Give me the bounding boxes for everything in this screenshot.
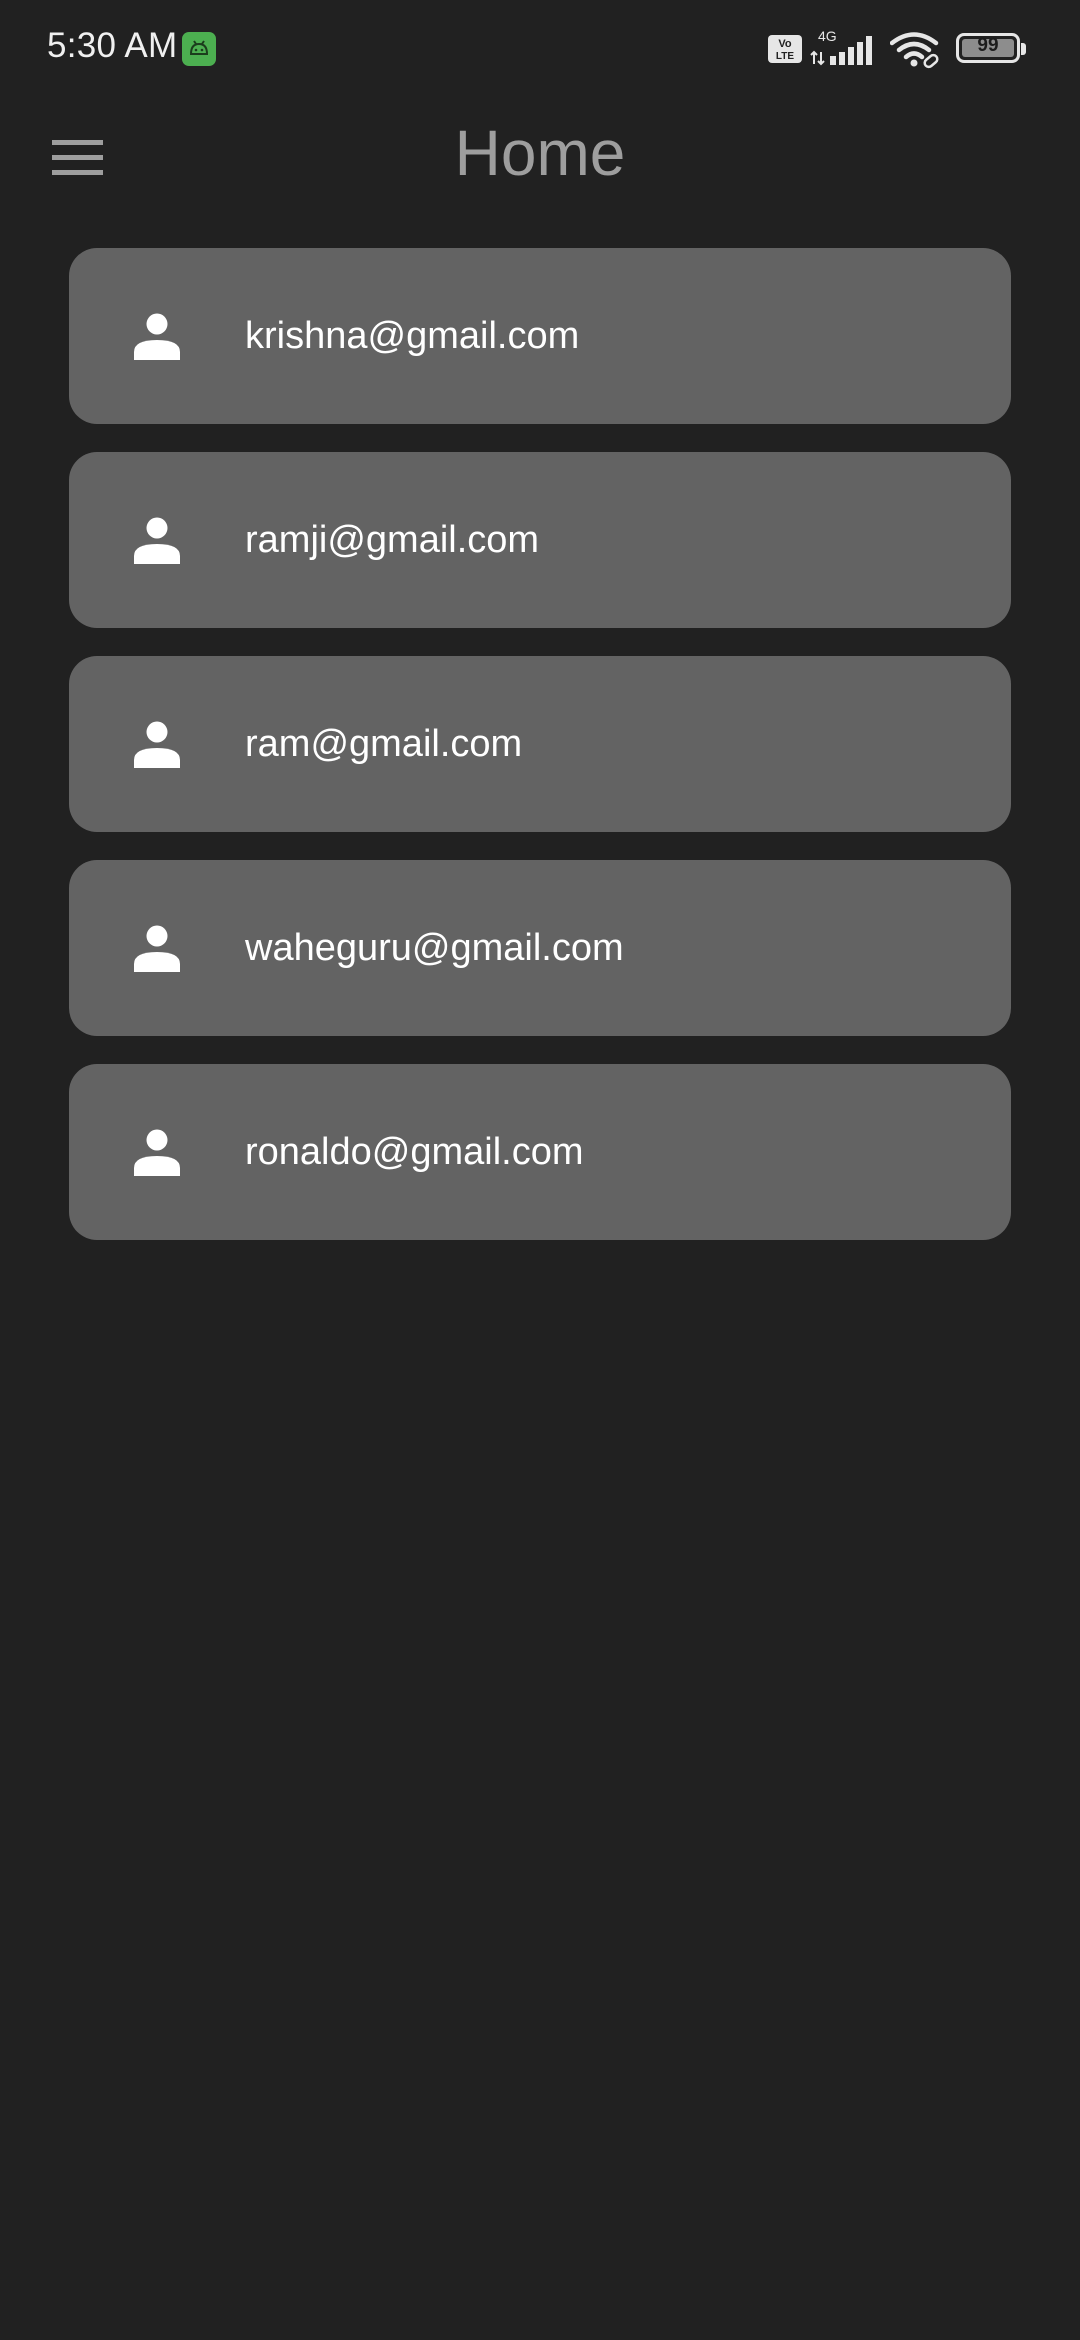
volte-icon: Vo LTE: [768, 35, 802, 63]
battery-tip: [1021, 43, 1026, 55]
page-title: Home: [454, 117, 626, 189]
svg-text:Vo: Vo: [778, 38, 792, 50]
user-email: ramji@gmail.com: [245, 519, 540, 561]
app-bar: Home: [0, 100, 1080, 220]
user-card[interactable]: ramji@gmail.com: [69, 452, 1011, 628]
signal-icon: 4G: [810, 28, 880, 68]
battery-icon: 99: [956, 33, 1020, 63]
person-icon: [134, 1129, 180, 1176]
status-time: 5:30 AM: [47, 26, 178, 65]
wifi-icon: [890, 32, 939, 69]
user-email: ram@gmail.com: [245, 723, 523, 765]
user-email: krishna@gmail.com: [245, 315, 580, 357]
svg-text:LTE: LTE: [776, 51, 794, 62]
status-bar: 5:30 AM Vo LTE 4G 99: [0, 0, 1080, 100]
user-email: waheguru@gmail.com: [245, 927, 624, 969]
user-list: krishna@gmail.com ramji@gmail.com ram@gm…: [69, 248, 1011, 1268]
user-card[interactable]: ronaldo@gmail.com: [69, 1064, 1011, 1240]
android-app-icon: [182, 32, 216, 66]
person-icon: [134, 517, 180, 564]
person-icon: [134, 925, 180, 972]
person-icon: [134, 313, 180, 360]
user-card[interactable]: krishna@gmail.com: [69, 248, 1011, 424]
person-icon: [134, 721, 180, 768]
home-screen: 5:30 AM Vo LTE 4G 99 Home krishna@gmail.…: [0, 0, 1080, 2340]
user-card[interactable]: ram@gmail.com: [69, 656, 1011, 832]
battery-level: 99: [977, 35, 999, 56]
user-email: ronaldo@gmail.com: [245, 1131, 584, 1173]
user-card[interactable]: waheguru@gmail.com: [69, 860, 1011, 1036]
